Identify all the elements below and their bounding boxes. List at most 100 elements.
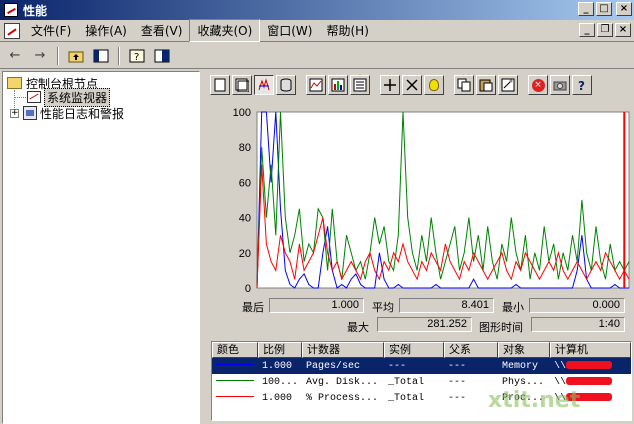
col-object[interactable]: 对象	[498, 342, 550, 358]
main-toolbar: ← → ?	[0, 43, 634, 69]
col-scale[interactable]: 比例	[258, 342, 302, 358]
freeze-display-icon[interactable]: ×	[528, 75, 548, 95]
view-log-data-icon[interactable]	[276, 75, 296, 95]
tree-node-perf-logs[interactable]: + 性能日志和警报	[10, 105, 124, 121]
lightbulb-icon	[429, 79, 439, 91]
view-report-icon[interactable]	[350, 75, 370, 95]
legend-instance: _Total	[388, 392, 425, 404]
menu-action[interactable]: 操作(A)	[78, 20, 134, 41]
highlight-icon[interactable]	[424, 75, 444, 95]
minimum-value: 0.000	[529, 298, 625, 313]
delete-counter-icon[interactable]	[402, 75, 422, 95]
legend-counter: Avg. Disk...	[306, 376, 379, 388]
legend-computer: \\	[550, 377, 631, 388]
last-label: 最后	[242, 301, 264, 314]
back-arrow-icon[interactable]: ←	[4, 46, 26, 66]
svg-text:?: ?	[134, 52, 139, 63]
expand-plus-icon[interactable]: +	[10, 108, 19, 118]
legend-object: Phys...	[502, 376, 545, 388]
col-instance[interactable]: 实例	[384, 342, 444, 358]
y-tick-label: 0	[245, 283, 251, 294]
legend-counter: Pages/sec	[306, 360, 361, 372]
help-question-icon[interactable]: ?	[572, 75, 592, 95]
clear-display-icon[interactable]	[232, 75, 252, 95]
up-folder-icon[interactable]	[65, 46, 87, 66]
average-value: 8.401	[399, 298, 494, 313]
mdi-close-button[interactable]: ×	[615, 23, 631, 37]
forward-arrow-icon[interactable]: →	[29, 46, 51, 66]
duration-label: 图形时间	[479, 321, 523, 334]
maximum-label: 最大	[347, 321, 369, 334]
mdi-restore-button[interactable]: ❐	[597, 23, 613, 37]
help-icon[interactable]: ?	[126, 46, 148, 66]
show-hide-tree-icon[interactable]	[90, 46, 112, 66]
performance-logs-icon	[23, 106, 37, 120]
view-histogram-icon[interactable]	[328, 75, 348, 95]
legend-computer: \\	[550, 361, 631, 372]
maximize-button[interactable]: □	[596, 2, 612, 16]
view-graph-icon[interactable]	[306, 75, 326, 95]
minimize-button[interactable]: _	[578, 2, 594, 16]
tree-node-perf-logs-label: 性能日志和警报	[40, 106, 125, 121]
menu-file[interactable]: 文件(F)	[24, 20, 78, 41]
view-current-activity-icon[interactable]	[254, 75, 274, 95]
y-tick-label: 20	[239, 248, 251, 260]
legend-header: 颜色 比例 计数器 实例 父系 对象 计算机	[212, 342, 631, 358]
watermark: xtit.net	[488, 388, 581, 413]
add-counter-icon[interactable]	[380, 75, 400, 95]
y-tick-label: 100	[233, 107, 251, 119]
legend-parent: ---	[448, 360, 467, 372]
col-parent[interactable]: 父系	[444, 342, 498, 358]
legend-row[interactable]: 1.000 Pages/sec --- --- Memory \\	[212, 358, 631, 374]
console-pane-icon[interactable]	[151, 46, 173, 66]
svg-text:?: ?	[578, 79, 585, 92]
window-title: 性能	[23, 3, 48, 18]
stop-icon: ×	[531, 78, 545, 92]
legend-scale: 100...	[262, 376, 299, 388]
duration-value: 1:40	[531, 317, 625, 332]
col-computer[interactable]: 计算机	[550, 342, 631, 358]
close-button[interactable]: ×	[616, 2, 632, 16]
y-tick-label: 80	[239, 142, 251, 154]
update-data-icon[interactable]	[550, 75, 570, 95]
legend-parent: ---	[448, 376, 467, 388]
mdi-controls: _ ❐ ×	[579, 23, 631, 37]
menu-view[interactable]: 查看(V)	[134, 20, 190, 41]
copy-properties-icon[interactable]	[454, 75, 474, 95]
paste-counter-list-icon[interactable]	[476, 75, 496, 95]
properties-icon[interactable]	[498, 75, 518, 95]
legend-color-swatch	[212, 393, 258, 404]
tree-connector	[14, 97, 26, 98]
console-menu-icon[interactable]	[4, 22, 20, 39]
legend-instance: _Total	[388, 376, 425, 388]
performance-line-chart: 100 80 60 40 20 0	[233, 107, 630, 294]
monitor-toolbar: × ?	[206, 73, 634, 97]
legend-instance: ---	[388, 360, 407, 372]
menu-favorites[interactable]: 收藏夹(O)	[189, 19, 261, 42]
toolbar-separator	[57, 46, 59, 65]
legend-computer-text: \\	[554, 376, 567, 388]
window-controls: _ □ ×	[578, 2, 632, 16]
redaction-mark	[566, 376, 613, 385]
average-label: 平均	[372, 301, 394, 314]
maximum-value: 281.252	[377, 317, 472, 332]
system-monitor-icon	[27, 91, 41, 103]
menu-help[interactable]: 帮助(H)	[319, 20, 375, 41]
new-counter-set-icon[interactable]	[210, 75, 230, 95]
tree-node-system-monitor[interactable]: 系统监视器	[27, 87, 111, 107]
folder-icon	[7, 77, 22, 89]
legend-color-swatch	[212, 361, 258, 372]
legend-scale: 1.000	[262, 360, 293, 372]
menu-window[interactable]: 窗口(W)	[260, 20, 319, 41]
y-tick-label: 40	[239, 213, 251, 225]
col-counter[interactable]: 计数器	[302, 342, 384, 358]
plot-area	[256, 111, 630, 289]
performance-app-icon	[4, 3, 18, 17]
minimum-label: 最小	[502, 301, 524, 314]
title-bar: 性能 _ □ ×	[0, 0, 634, 20]
legend-computer-text: \\	[554, 360, 567, 372]
toolbar-separator	[118, 46, 120, 65]
col-color[interactable]: 颜色	[212, 342, 258, 358]
mdi-minimize-button[interactable]: _	[579, 23, 595, 37]
menu-bar: 文件(F) 操作(A) 查看(V) 收藏夹(O) 窗口(W) 帮助(H) _ ❐…	[0, 19, 634, 42]
